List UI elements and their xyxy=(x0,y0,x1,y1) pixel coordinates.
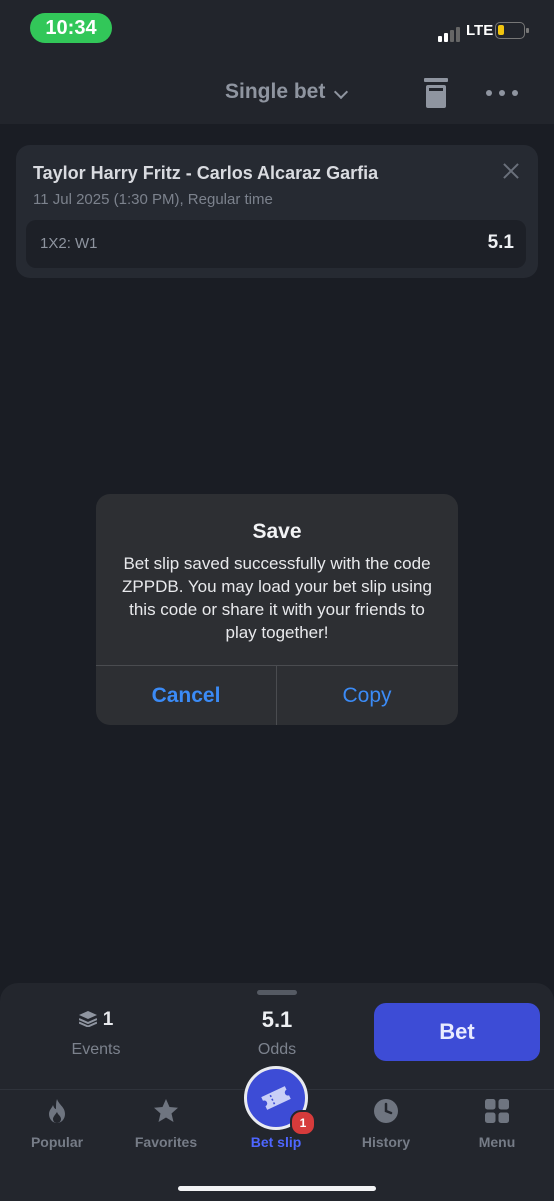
events-count: 1 xyxy=(102,1009,114,1030)
save-dialog: Save Bet slip saved successfully with th… xyxy=(96,494,458,725)
layers-icon xyxy=(78,1011,97,1027)
tab-popular[interactable]: Popular xyxy=(2,1098,112,1150)
chevron-down-icon[interactable] xyxy=(333,84,349,100)
match-datetime: 11 Jul 2025 (1:30 PM), Regular time xyxy=(33,191,273,208)
star-icon xyxy=(154,1099,178,1122)
signal-icon xyxy=(438,24,464,42)
battery-icon xyxy=(495,22,529,39)
tab-label: Menu xyxy=(478,1134,516,1150)
odds-summary: 5.1 Odds xyxy=(222,1007,332,1059)
cancel-button[interactable]: Cancel xyxy=(96,666,276,725)
total-odds: 5.1 xyxy=(261,1007,293,1032)
more-options-icon[interactable] xyxy=(486,90,518,98)
bet-slip-badge: 1 xyxy=(290,1110,316,1136)
match-title: Taylor Harry Fritz - Carlos Alcaraz Garf… xyxy=(33,163,379,183)
odds-label: Odds xyxy=(257,1041,297,1058)
flame-icon xyxy=(49,1099,65,1123)
status-time: 10:34 xyxy=(30,13,112,43)
tab-label: Favorites xyxy=(134,1134,198,1150)
tab-menu[interactable]: Menu xyxy=(442,1098,552,1150)
place-bet-button[interactable]: Bet xyxy=(374,1003,540,1061)
tab-label: Bet slip xyxy=(250,1134,302,1150)
status-bar: 10:34 LTE xyxy=(0,0,554,60)
outcome-odds: 5.1 xyxy=(487,232,514,253)
header: Single bet xyxy=(0,60,554,124)
clock-icon xyxy=(374,1099,398,1123)
tab-label: History xyxy=(361,1134,411,1150)
trash-icon[interactable] xyxy=(424,78,448,108)
market-label: 1X2: W1 xyxy=(40,235,98,252)
dialog-title: Save xyxy=(252,520,302,543)
tab-history[interactable]: History xyxy=(331,1098,441,1150)
events-label: Events xyxy=(71,1041,121,1058)
tab-favorites[interactable]: Favorites xyxy=(111,1098,221,1150)
bet-type-selector[interactable]: Single bet xyxy=(225,80,325,104)
drag-handle[interactable] xyxy=(257,990,297,995)
close-icon[interactable] xyxy=(501,161,521,181)
events-summary: 1 Events xyxy=(40,1009,152,1059)
dialog-message: Bet slip saved successfully with the cod… xyxy=(122,554,432,642)
bet-card: Taylor Harry Fritz - Carlos Alcaraz Garf… xyxy=(16,145,538,278)
home-indicator xyxy=(178,1186,376,1191)
network-label: LTE xyxy=(466,22,494,39)
outcome-row[interactable]: 1X2: W1 5.1 xyxy=(26,220,526,268)
grid-icon xyxy=(485,1099,509,1123)
tab-label: Popular xyxy=(30,1134,84,1150)
ticket-icon xyxy=(261,1086,291,1110)
copy-button[interactable]: Copy xyxy=(277,666,457,725)
